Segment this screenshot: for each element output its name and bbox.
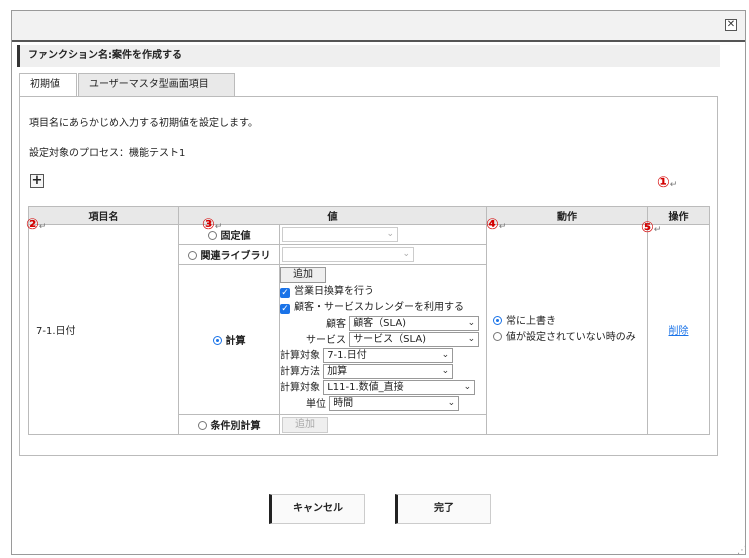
item-name-cell: 7-1.日付 xyxy=(28,224,179,435)
tab-initial-values[interactable]: 初期値 xyxy=(19,73,77,98)
header-value: 値 xyxy=(178,206,487,225)
initial-values-table: 項目名 値 動作 操作 7-1.日付 固定値 ⌄ 常に上書き 値が設定されていな… xyxy=(28,206,710,435)
dialog-titlebar: ✕ xyxy=(12,11,745,42)
method-select[interactable]: 加算 ⌄ xyxy=(323,364,454,379)
chevron-down-icon: ⌄ xyxy=(441,350,450,360)
customer-label: 顧客 xyxy=(326,318,346,330)
operation-cell: 削除 xyxy=(647,224,710,435)
option-conditional[interactable]: 条件別計算 xyxy=(178,414,280,435)
marker-1: ①↵ xyxy=(657,173,678,191)
radio-if-empty[interactable] xyxy=(493,331,502,341)
radio-calc[interactable] xyxy=(212,336,222,345)
target-label: 計算対象 xyxy=(280,350,320,362)
calc-settings: 追加 ✓ 営業日換算を行う ✓ 顧客・サービスカレンダーを利用する 顧客 顧客（SL… xyxy=(279,264,487,415)
action-cell: 常に上書き 値が設定されていない時のみ xyxy=(486,224,648,435)
target2-label: 計算対象 xyxy=(280,382,320,394)
marker-3: ③↵ xyxy=(202,215,223,233)
customer-select[interactable]: 顧客（SLA) ⌄ xyxy=(349,316,480,331)
function-name-header: ファンクション名:案件を作成する xyxy=(17,45,720,67)
use-calendar-checkbox[interactable]: ✓ xyxy=(280,304,290,314)
chevron-down-icon: ⌄ xyxy=(463,382,472,392)
description-text: 項目名にあらかじめ入力する初期値を設定します。 xyxy=(29,118,258,129)
add-row-button[interactable]: + xyxy=(30,174,44,188)
chevron-down-icon: ⌄ xyxy=(441,366,450,376)
fixed-value-select[interactable]: ⌄ xyxy=(282,227,398,242)
marker-5: ⑤↵ xyxy=(641,218,662,236)
radio-conditional[interactable] xyxy=(197,421,207,430)
unit-select[interactable]: 時間 ⌄ xyxy=(329,396,460,411)
close-icon[interactable]: ✕ xyxy=(725,19,737,31)
library-select[interactable]: ⌄ xyxy=(282,247,414,262)
tab-panel: 項目名にあらかじめ入力する初期値を設定します。 設定対象のプロセス：機能テスト1… xyxy=(19,96,718,456)
service-label: サービス xyxy=(306,334,346,346)
chevron-down-icon: ⌄ xyxy=(402,249,410,259)
chevron-down-icon: ⌄ xyxy=(467,334,476,344)
service-select[interactable]: サービス（SLA) ⌄ xyxy=(349,332,480,347)
add-button-disabled: 追加 xyxy=(282,416,328,433)
tab-user-master-fields[interactable]: ユーザーマスタ型画面項目 xyxy=(78,73,235,97)
process-label: 設定対象のプロセス：機能テスト1 xyxy=(29,148,186,159)
business-day-checkbox[interactable]: ✓ xyxy=(280,288,290,298)
marker-4: ④↵ xyxy=(486,215,507,233)
chevron-down-icon: ⌄ xyxy=(386,229,394,239)
target-select[interactable]: 7-1.日付 ⌄ xyxy=(323,348,454,363)
option-calc[interactable]: 計算 xyxy=(178,264,280,415)
delete-link[interactable]: 削除 xyxy=(669,326,689,337)
done-button[interactable]: 完了 xyxy=(395,494,491,524)
method-label: 計算方法 xyxy=(280,366,320,378)
cancel-button[interactable]: キャンセル xyxy=(269,494,365,524)
action-if-empty-option[interactable]: 値が設定されていない時のみ xyxy=(493,330,647,346)
marker-2: ②↵ xyxy=(26,215,47,233)
resize-grip-icon[interactable]: ⋰ xyxy=(737,545,747,556)
header-item-name: 項目名 xyxy=(28,206,179,225)
radio-library[interactable] xyxy=(187,251,197,260)
add-button[interactable]: 追加 xyxy=(280,267,326,283)
use-calendar-option[interactable]: ✓ 顧客・サービスカレンダーを利用する xyxy=(280,300,486,316)
unit-label: 単位 xyxy=(306,398,326,410)
action-always-option[interactable]: 常に上書き xyxy=(493,314,647,330)
option-library[interactable]: 関連ライブラリ xyxy=(178,244,280,265)
radio-always[interactable] xyxy=(493,315,502,325)
option-fixed[interactable]: 固定値 xyxy=(178,224,280,245)
business-day-option[interactable]: ✓ 営業日換算を行う xyxy=(280,284,486,300)
header-action: 動作 xyxy=(486,206,648,225)
chevron-down-icon: ⌄ xyxy=(447,398,456,408)
target2-select[interactable]: L11-1.数値_直接 ⌄ xyxy=(323,380,476,395)
chevron-down-icon: ⌄ xyxy=(467,318,476,328)
